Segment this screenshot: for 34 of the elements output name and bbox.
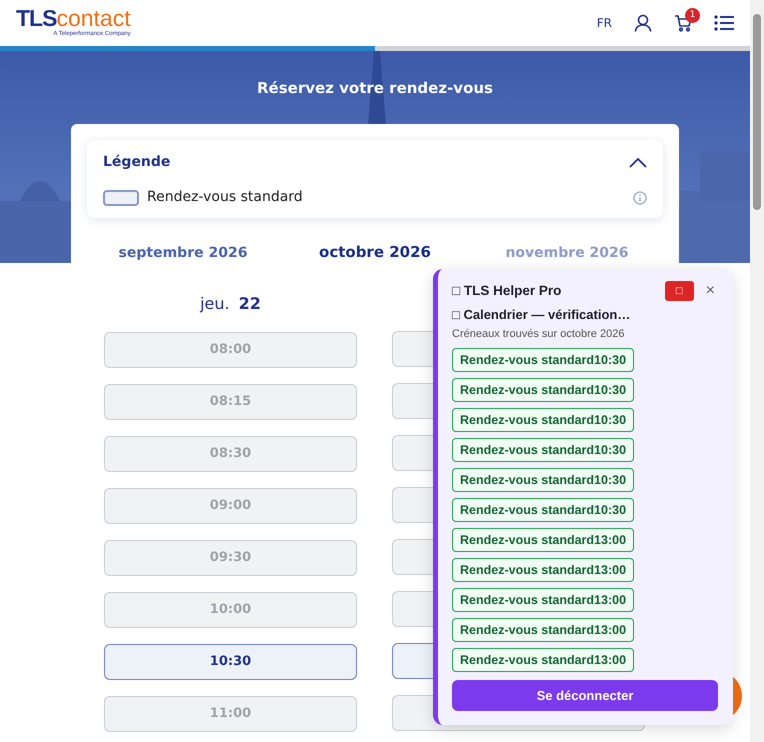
slot-result-badge: Rendez-vous standard13:00 xyxy=(452,648,634,672)
menu-icon[interactable] xyxy=(714,15,734,31)
legend-swatch xyxy=(103,190,139,206)
chevron-icon[interactable] xyxy=(629,158,647,168)
close-button[interactable]: × xyxy=(702,279,719,303)
slot-result-badge: Rendez-vous standard10:30 xyxy=(452,438,634,462)
slot-result-badge: Rendez-vous standard13:00 xyxy=(452,618,634,642)
month-tab[interactable]: octobre 2026 xyxy=(319,243,431,261)
user-icon[interactable] xyxy=(634,14,652,32)
logout-button[interactable]: Se déconnecter xyxy=(452,680,718,712)
legend-title: Légende xyxy=(103,153,170,172)
slot-result-badge: Rendez-vous standard10:30 xyxy=(452,348,634,372)
stop-button[interactable]: □ xyxy=(664,281,694,301)
slot-result-badge: Rendez-vous standard10:30 xyxy=(452,468,634,492)
slot-result-badge: Rendez-vous standard10:30 xyxy=(452,378,634,402)
month-tab[interactable]: septembre 2026 xyxy=(118,245,248,261)
page-title: Réservez votre rendez-vous xyxy=(256,78,494,99)
subtitle-text: Créneaux trouvés sur octobre 2026 xyxy=(452,326,626,342)
cart-count-badge: 1 xyxy=(685,8,700,23)
day-number: 22 xyxy=(238,294,261,313)
cart-icon[interactable] xyxy=(674,14,692,32)
slot-result-badge: Rendez-vous standard13:00 xyxy=(452,558,634,582)
slot-result-badge: Rendez-vous standard10:30 xyxy=(452,498,634,522)
panel-title: □ TLS Helper Pro xyxy=(452,282,562,300)
slot-result-badge: Rendez-vous standard10:30 xyxy=(452,408,634,432)
info-icon[interactable] xyxy=(633,190,647,204)
slot-result-badge: Rendez-vous standard13:00 xyxy=(452,588,634,612)
status-text: □ Calendrier — vérification… xyxy=(452,307,632,324)
slot-result-badge: Rendez-vous standard13:00 xyxy=(452,528,634,552)
scrollbar[interactable] xyxy=(750,0,764,742)
legend-label: Rendez-vous standard xyxy=(147,188,303,207)
language-link[interactable]: FR xyxy=(596,14,612,32)
time-slot-button[interactable]: 10:30 xyxy=(104,644,357,680)
day-label: jeu. xyxy=(200,294,230,313)
